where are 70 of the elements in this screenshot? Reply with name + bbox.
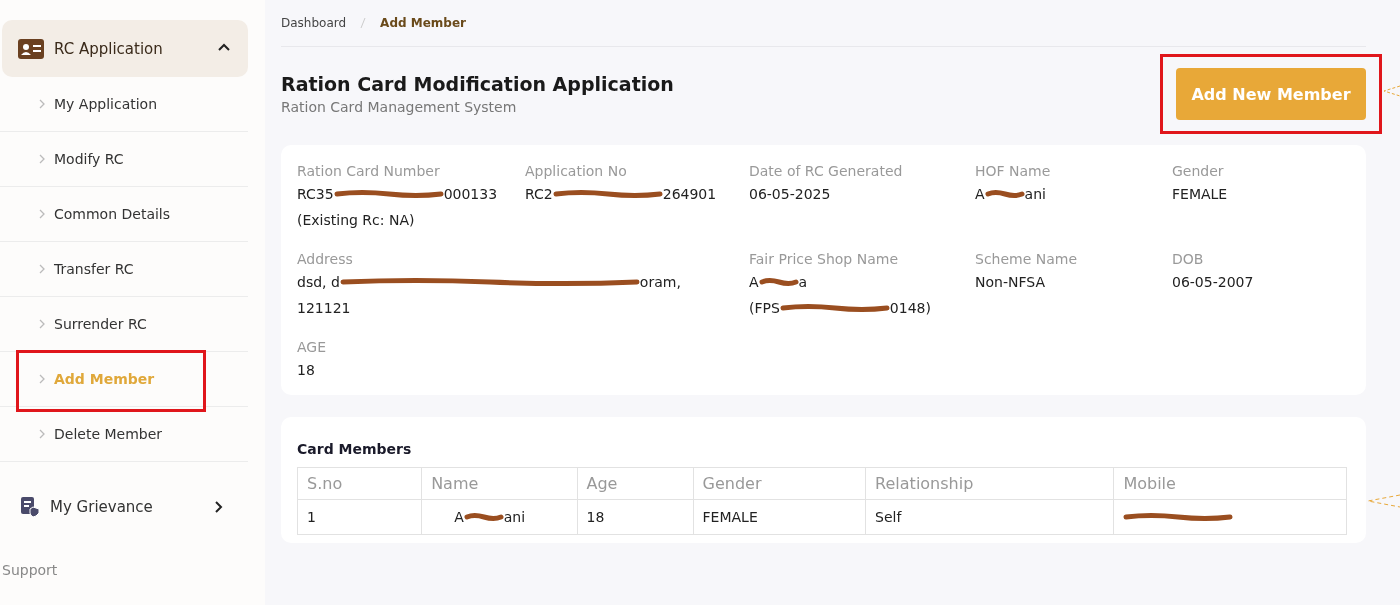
sidebar-item[interactable]: Modify RC	[0, 132, 248, 187]
field-label: Application No	[525, 163, 628, 179]
column-header: Mobile	[1113, 467, 1347, 500]
field-value: FEMALE	[702, 508, 758, 527]
field-value: (FPS	[749, 299, 780, 318]
field-value: RC35	[297, 185, 334, 204]
column-header: S.no	[297, 467, 422, 500]
field-label: Address	[297, 251, 354, 267]
sidebar-item[interactable]: My Grievance	[0, 462, 265, 552]
field-value: dsd, d	[297, 273, 340, 292]
sidebar-item[interactable]: Surrender RC	[0, 297, 248, 352]
redaction-mark	[758, 277, 799, 287]
field-value: ani	[503, 508, 526, 527]
field-value: 18	[586, 508, 605, 527]
chevron-icon	[38, 208, 46, 220]
field-label: DOB	[1172, 251, 1205, 267]
pointer-arrow-drawing	[1382, 84, 1400, 98]
field-value: Non-NFSA	[975, 273, 1045, 292]
column-header: Name	[421, 467, 577, 500]
field-label: HOF Name	[975, 163, 1052, 179]
field-value: ani	[1024, 185, 1046, 204]
field-value: Self	[875, 508, 902, 527]
field-value: A	[975, 185, 985, 204]
field-value: A	[749, 273, 759, 292]
breadcrumb-link[interactable]: Add Member	[380, 16, 466, 30]
field-value: 06-05-2025	[749, 185, 831, 204]
page-subtitle: Ration Card Management System	[281, 99, 518, 115]
chevron-icon	[38, 263, 46, 275]
field-label: Ration Card Number	[297, 163, 441, 179]
field-label: Gender	[1172, 163, 1225, 179]
sidebar-item[interactable]: Transfer RC	[0, 242, 248, 297]
field-label: Scheme Name	[975, 251, 1079, 267]
redaction-mark	[463, 512, 504, 522]
nav-group-header[interactable]: RC Application	[2, 20, 248, 77]
id-card-icon	[18, 38, 44, 59]
section-title: Card Members	[297, 441, 413, 457]
field-value: 1	[307, 508, 316, 527]
column-header: Age	[577, 467, 694, 500]
nav-group-label: RC Application	[54, 39, 164, 58]
field-value: RC2	[525, 185, 553, 204]
chevron-icon	[38, 153, 46, 165]
chevron-icon	[38, 428, 46, 440]
field-value: a	[798, 273, 808, 292]
field-label: Date of RC Generated	[749, 163, 904, 179]
separator-icon	[360, 17, 367, 29]
field-label: Fair Price Shop Name	[749, 251, 899, 267]
field-value: 000133	[443, 185, 498, 204]
sidebar-item[interactable]: Common Details	[0, 187, 248, 242]
field-value: 06-05-2007	[1172, 273, 1254, 292]
chevron-icon	[38, 373, 46, 385]
field-value: 264901	[662, 185, 717, 204]
field-value: oram,	[639, 273, 681, 292]
breadcrumb-link[interactable]: Dashboard	[281, 16, 347, 30]
field-label: AGE	[297, 339, 328, 355]
redaction-mark	[984, 189, 1025, 199]
field-value: 0148)	[889, 299, 931, 318]
chevron-icon	[38, 318, 46, 330]
chevron-icon	[38, 98, 46, 110]
field-value: 18	[297, 361, 315, 380]
column-header: Relationship	[865, 467, 1114, 500]
document-shield-icon	[20, 496, 40, 518]
field-value: FEMALE	[1172, 185, 1228, 204]
field-value: (Existing Rc: NA)	[297, 211, 415, 230]
page-title: Ration Card Modification Application	[281, 73, 674, 95]
column-header: Gender	[693, 467, 866, 500]
support-label: Support	[1, 562, 59, 578]
field-value: A	[454, 508, 464, 527]
sidebar-item[interactable]: My Application	[0, 77, 248, 132]
sidebar-item[interactable]: Delete Member	[0, 407, 248, 462]
field-value: 121121	[297, 299, 351, 318]
